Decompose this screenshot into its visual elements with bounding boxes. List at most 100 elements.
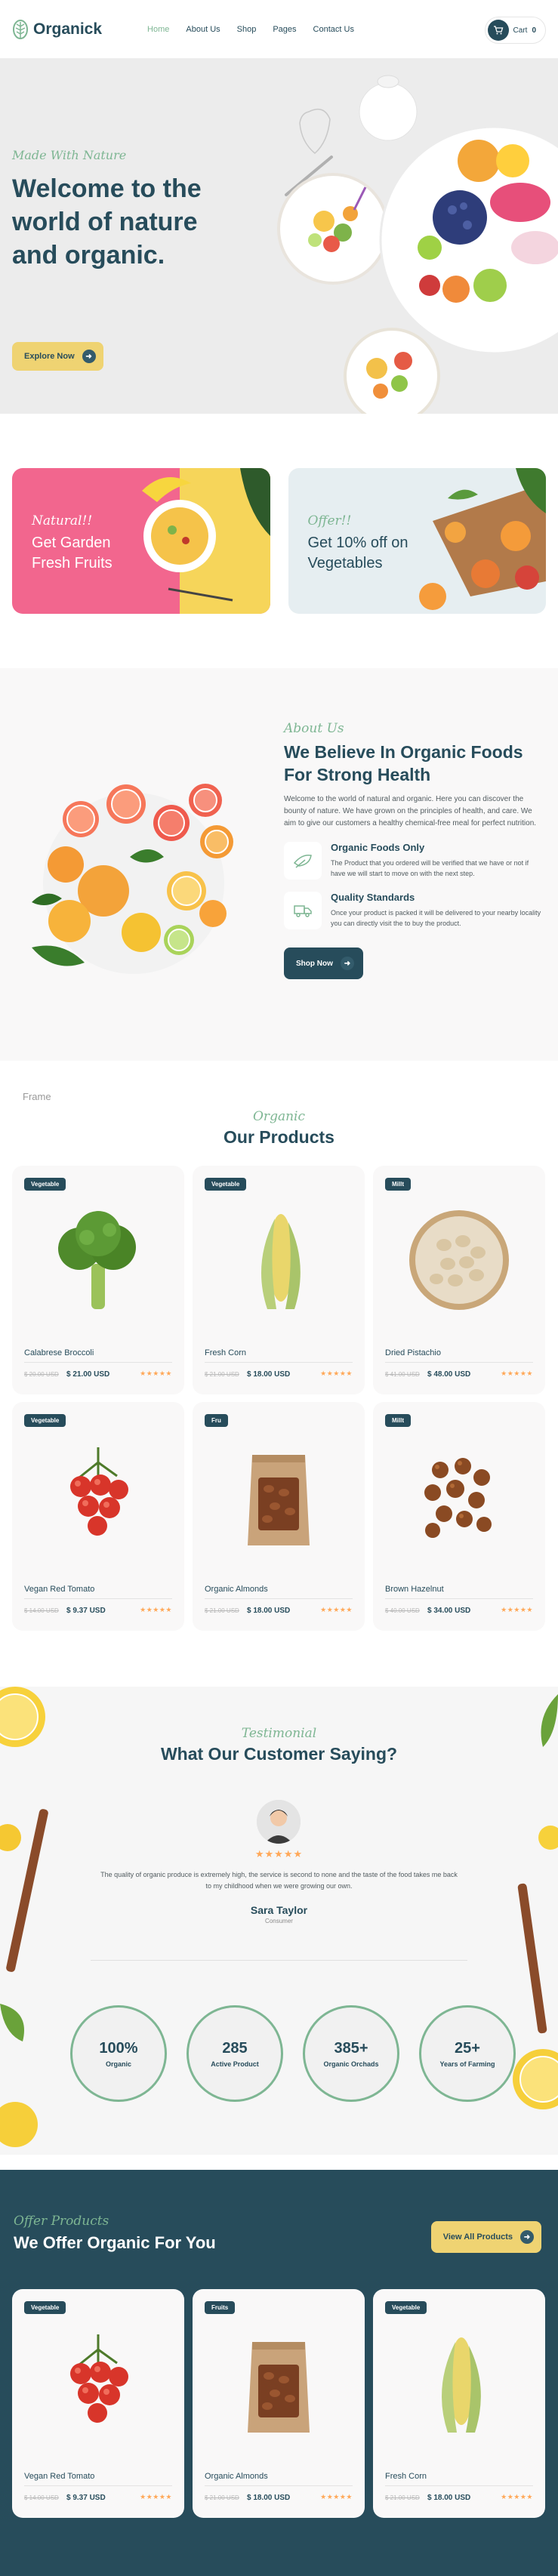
product-price: $ 18.00 USD	[247, 1607, 291, 1615]
banner-vegetables[interactable]: Offer!! Get 10% off on Vegetables	[288, 468, 546, 614]
hero-section: Made With Nature Welcome to the world of…	[0, 59, 558, 414]
product-price: $ 9.37 USD	[66, 2494, 106, 2502]
smoothie-bowl-image	[141, 468, 270, 614]
view-all-products-button[interactable]: View All Products ➜	[430, 2221, 541, 2253]
category-badge: Fru	[205, 1414, 228, 1427]
product-card[interactable]: Fru Organic Almonds $ 21.00 USD $ 18.00 USD…	[193, 1402, 365, 1631]
offer-section: Offer Products We Offer Organic For You …	[0, 2170, 558, 2576]
product-card[interactable]: Fruits Organic Almonds $ 21.00 USD $ 18.00 …	[193, 2289, 365, 2518]
rating-stars: ★★★★★	[140, 1370, 172, 1377]
avatar	[257, 1800, 301, 1844]
divider	[91, 1960, 467, 1961]
rating-stars: ★★★★★	[320, 2493, 353, 2501]
hero-subtitle: Made With Nature	[12, 148, 127, 162]
product-price: $ 18.00 USD	[427, 2494, 471, 2502]
divider	[385, 2485, 533, 2486]
divider	[205, 1362, 353, 1363]
offer-subtitle: Offer Products	[14, 2214, 109, 2229]
cart-icon	[487, 20, 509, 41]
cart-button[interactable]: Cart 0	[484, 17, 546, 44]
corn-image	[402, 2327, 516, 2440]
product-card[interactable]: Millt Brown Hazelnut $ 40.00 USD $ 34.00 US…	[373, 1402, 545, 1631]
hazelnut-image	[402, 1440, 516, 1553]
rating-stars: ★★★★★	[140, 1606, 172, 1613]
logo[interactable]: Organick	[12, 19, 102, 40]
product-card[interactable]: Vegetable Vegan Red Tomato $ 14.00 USD $ 9.…	[12, 2289, 184, 2518]
stat-years-farming: 25+ Years of Farming	[419, 2005, 516, 2102]
nav-shop[interactable]: Shop	[237, 25, 257, 34]
main-nav: Home About Us Shop Pages Contact Us	[147, 25, 354, 34]
cart-label: Cart	[513, 26, 528, 35]
product-name: Organic Almonds	[205, 2472, 268, 2481]
category-badge: Fruits	[205, 2301, 236, 2314]
nav-home[interactable]: Home	[147, 25, 169, 34]
product-price: $ 18.00 USD	[247, 1370, 291, 1379]
product-old-price: $ 21.00 USD	[205, 1371, 239, 1378]
product-price: $ 48.00 USD	[427, 1370, 471, 1379]
rating-stars: ★★★★★	[320, 1370, 353, 1377]
product-price: $ 18.00 USD	[247, 2494, 291, 2502]
nav-pages[interactable]: Pages	[273, 25, 296, 34]
product-old-price: $ 14.00 USD	[24, 2494, 59, 2501]
banner-garden-fruits[interactable]: Natural!! Get Garden Fresh Fruits	[12, 468, 270, 614]
nav-about[interactable]: About Us	[186, 25, 220, 34]
arrow-right-icon: ➜	[520, 2230, 534, 2244]
divider	[205, 2485, 353, 2486]
stats-row: 100% Organic 285 Active Product 385+ Org…	[70, 2005, 516, 2102]
delivery-truck-icon	[284, 892, 322, 929]
testimonial-subtitle: Testimonial	[241, 1726, 317, 1741]
feature-quality: Quality Standards Once your product is p…	[284, 892, 544, 929]
category-badge: Vegetable	[24, 1414, 66, 1427]
almonds-image	[222, 1440, 335, 1553]
about-section: About Us We Believe In Organic Foods For…	[0, 668, 558, 1061]
logo-text: Organick	[33, 20, 103, 38]
stat-label: Active Product	[211, 2060, 259, 2068]
explore-now-button[interactable]: Explore Now ➜	[12, 342, 103, 371]
tomato-image	[42, 1440, 155, 1553]
product-price: $ 34.00 USD	[427, 1607, 471, 1615]
products-title: Our Products	[224, 1127, 334, 1147]
product-card[interactable]: Vegetable Vegan Red Tomato $ 14.00 USD $ 9.…	[12, 1402, 184, 1631]
explore-now-label: Explore Now	[24, 352, 75, 361]
stat-number: 100%	[99, 2039, 138, 2057]
product-card[interactable]: Vegetable Calabrese Broccoli $ 20.00 USD $ …	[12, 1166, 184, 1394]
arrow-right-icon: ➜	[82, 350, 96, 363]
about-text: Welcome to the world of natural and orga…	[284, 795, 537, 827]
about-content: About Us We Believe In Organic Foods For…	[284, 721, 544, 979]
product-name: Brown Hazelnut	[385, 1585, 444, 1594]
stat-organic: 100% Organic	[70, 2005, 167, 2102]
cart-count: 0	[532, 26, 536, 35]
divider	[205, 1598, 353, 1599]
product-name: Vegan Red Tomato	[24, 2472, 95, 2481]
offer-grid: Vegetable Vegan Red Tomato $ 14.00 USD $ 9.…	[12, 2289, 545, 2518]
site-header: Organick Home About Us Shop Pages Contac…	[0, 0, 558, 59]
testimonial-section: Testimonial What Our Customer Saying? ★★…	[0, 1687, 558, 2155]
stat-number: 25+	[455, 2039, 480, 2057]
tomato-image	[42, 2327, 155, 2440]
nav-contact[interactable]: Contact Us	[313, 25, 354, 34]
shop-now-label: Shop Now	[296, 959, 333, 968]
shop-now-button[interactable]: Shop Now ➜	[284, 948, 363, 979]
stat-active-product: 285 Active Product	[187, 2005, 283, 2102]
offer-title: We Offer Organic For You	[14, 2233, 216, 2252]
category-badge: Vegetable	[205, 1178, 247, 1191]
broccoli-image	[42, 1203, 155, 1317]
product-name: Fresh Corn	[385, 2472, 427, 2481]
product-card[interactable]: Millt Dried Pistachio $ 41.00 USD $ 48.00 U…	[373, 1166, 545, 1394]
product-old-price: $ 21.00 USD	[205, 1607, 239, 1614]
divider	[24, 1362, 172, 1363]
category-badge: Millt	[385, 1178, 411, 1191]
category-badge: Vegetable	[24, 2301, 66, 2314]
product-price: $ 9.37 USD	[66, 1607, 106, 1615]
arrow-right-icon: ➜	[340, 957, 354, 970]
citrus-fruits-image	[32, 784, 233, 974]
pistachio-image	[402, 1203, 516, 1317]
product-card[interactable]: Vegetable Fresh Corn $ 21.00 USD $ 18.00 US…	[193, 1166, 365, 1394]
feature-text: The Product that you ordered will be ver…	[331, 859, 529, 877]
stat-number: 285	[222, 2039, 248, 2057]
category-badge: Vegetable	[24, 1178, 66, 1191]
product-card[interactable]: Vegetable Fresh Corn $ 21.00 USD $ 18.00 US…	[373, 2289, 545, 2518]
divider	[385, 1362, 533, 1363]
product-name: Organic Almonds	[205, 1585, 268, 1594]
product-old-price: $ 21.00 USD	[385, 2494, 420, 2501]
